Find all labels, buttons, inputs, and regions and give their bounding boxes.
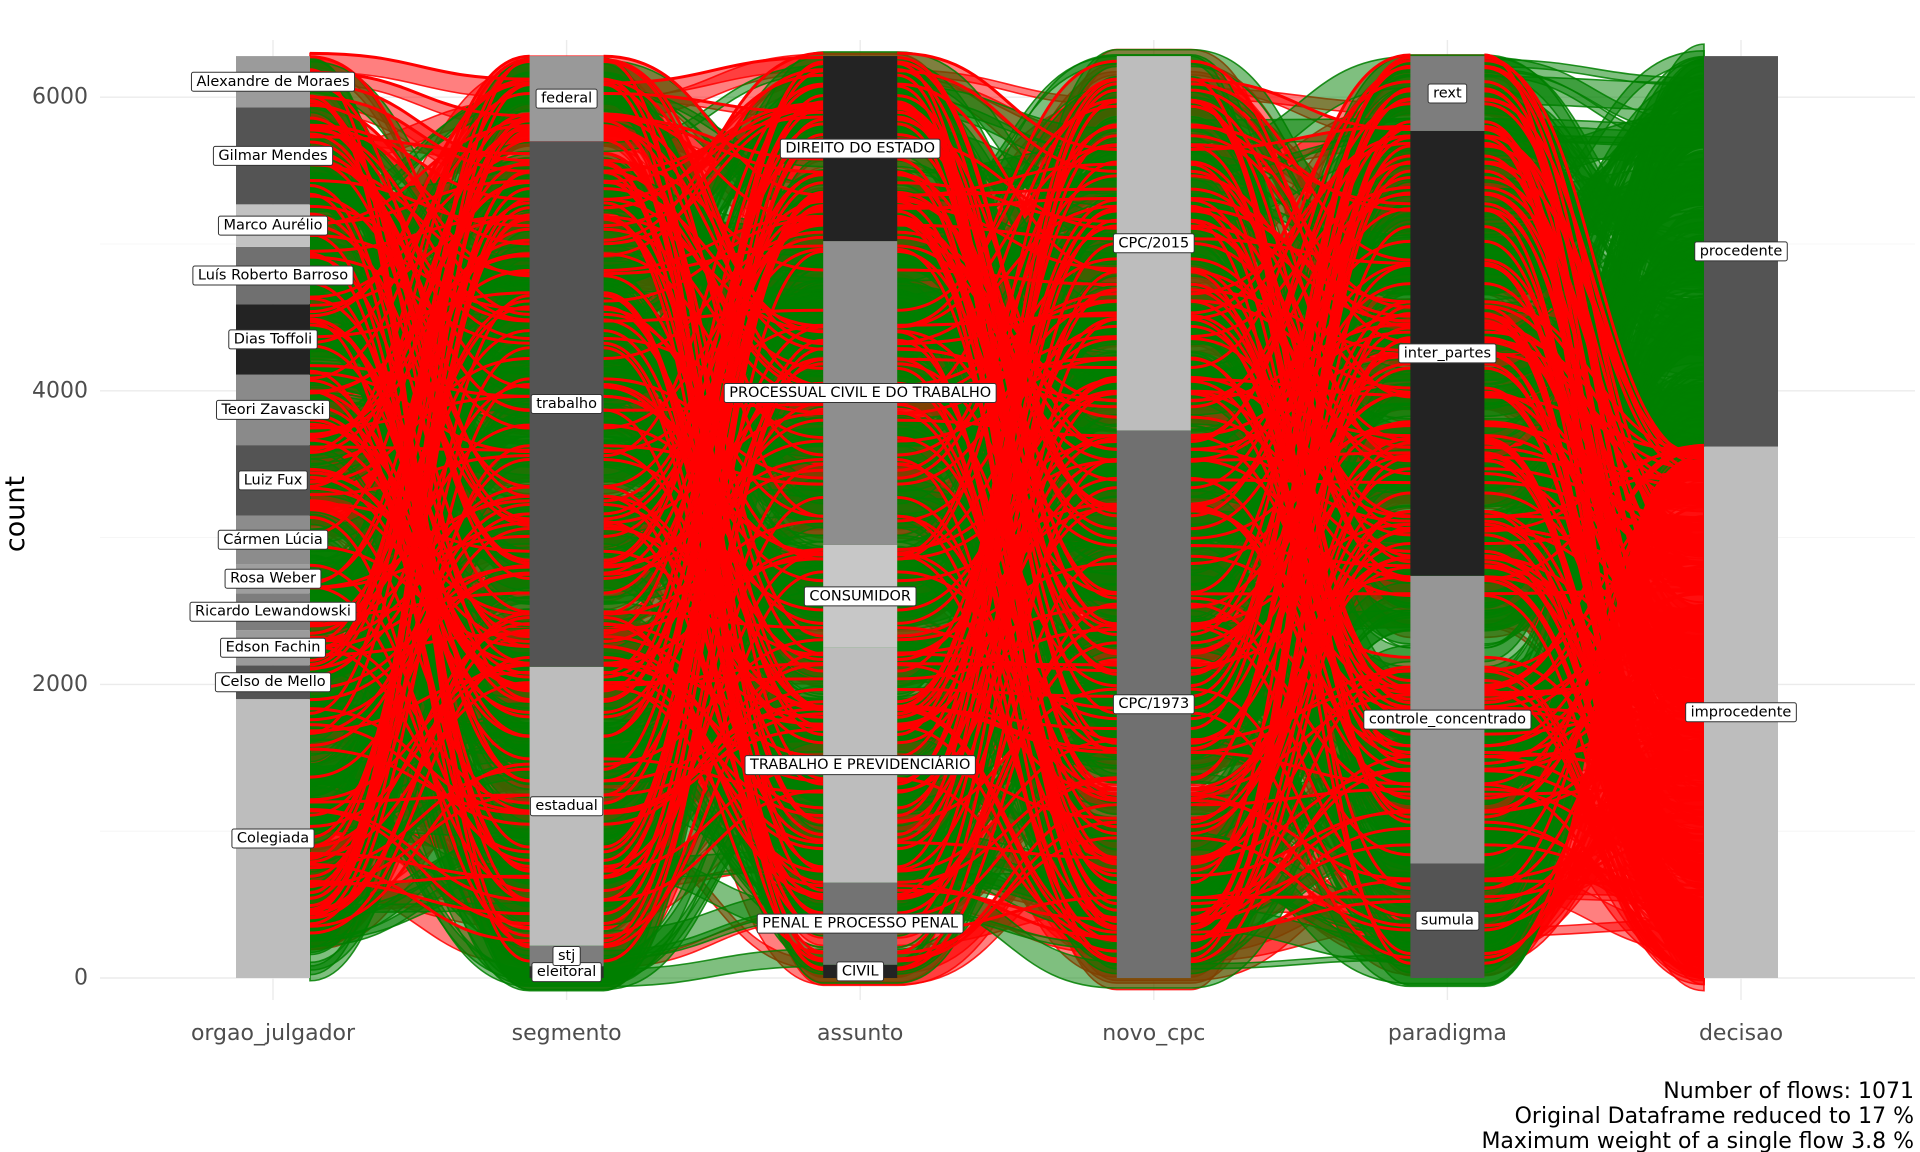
stratum-label: federal (535, 88, 598, 109)
y-tick-label: 0 (74, 966, 88, 991)
x-tick-label: paradigma (1388, 1021, 1507, 1046)
stratum-label-text: inter_partes (1404, 345, 1491, 361)
stratum-label-text: Alexandre de Moraes (196, 74, 349, 90)
stratum-label: inter_partes (1398, 343, 1497, 364)
stratum-label-text: Dias Toffoli (234, 331, 312, 347)
stratum-label: Teori Zavascki (215, 399, 331, 420)
stratum-label: improcedente (1685, 702, 1797, 723)
stratum-label: Ricardo Lewandowski (189, 601, 357, 622)
stratum-label: trabalho (530, 394, 603, 415)
stratum-label-text: CONSUMIDOR (809, 588, 911, 604)
stratum-label: PROCESSUAL CIVIL E DO TRABALHO (723, 383, 997, 404)
stratum-label-text: Luís Roberto Barroso (198, 268, 348, 284)
stratum-label-text: DIREITO DO ESTADO (785, 141, 935, 157)
stratum-label-text: PENAL E PROCESSO PENAL (762, 916, 958, 932)
stratum-label-text: CPC/1973 (1118, 696, 1189, 712)
stratum-label-text: controle_concentrado (1369, 712, 1526, 728)
stratum-label-text: improcedente (1691, 704, 1792, 720)
stratum-label-text: Colegiada (237, 831, 309, 847)
x-tick-label: decisao (1699, 1021, 1783, 1046)
chart-canvas: Colegiada Celso de Mello Edson Fachin Ricar… (0, 40, 1915, 1152)
stratum-label: Cármen Lúcia (217, 529, 329, 550)
stratum-label: Marco Aurélio (217, 215, 329, 236)
stratum-label-text: rext (1433, 86, 1462, 102)
stratum-label-text: Marco Aurélio (223, 218, 322, 234)
stratum-label: Edson Fachin (220, 637, 326, 658)
x-tick-label: orgao_julgador (191, 1021, 356, 1046)
stratum-label-text: Luiz Fux (244, 472, 303, 488)
stratum-label-text: estadual (535, 798, 597, 814)
stratum-label: CONSUMIDOR (803, 586, 917, 607)
y-axis-ticks: 0 2000 4000 6000 (32, 85, 88, 991)
stratum-label-text: sumula (1421, 913, 1474, 929)
stratum-label: PENAL E PROCESSO PENAL (756, 913, 964, 934)
stratum-label-text: Teori Zavascki (220, 402, 324, 418)
stratum-label: Luís Roberto Barroso (192, 265, 354, 286)
stratum-label-text: Ricardo Lewandowski (195, 604, 351, 620)
stratum-label: Alexandre de Moraes (190, 71, 356, 92)
caption-line: Original Dataframe reduced to 17 % (1515, 1104, 1914, 1129)
stratum-label-text: PROCESSUAL CIVIL E DO TRABALHO (729, 385, 991, 401)
stratum-label: estadual (529, 796, 604, 817)
x-tick-label: novo_cpc (1102, 1021, 1205, 1046)
stratum-label-text: procedente (1700, 243, 1783, 259)
caption-line: Maximum weight of a single flow 3.8 % (1481, 1129, 1914, 1152)
x-tick-label: assunto (817, 1021, 903, 1046)
flows (309, 43, 1705, 992)
stratum-label-text: TRABALHO E PREVIDENCIÁRIO (749, 756, 970, 773)
alluvial-chart: Colegiada Celso de Mello Edson Fachin Ricar… (0, 0, 1920, 1152)
stratum-label: Dias Toffoli (228, 329, 318, 350)
stratum-label: TRABALHO E PREVIDENCIÁRIO (744, 755, 976, 776)
stratum-label-text: Rosa Weber (230, 571, 316, 587)
x-axis-ticks: orgao_julgador segmento assunto novo_cpc par… (191, 1021, 1783, 1046)
stratum-label: sumula (1415, 910, 1480, 931)
y-tick-label: 6000 (32, 85, 88, 110)
y-tick-label: 2000 (32, 672, 88, 697)
stratum-label-text: Celso de Mello (220, 674, 325, 690)
stratum-label: stj (552, 945, 581, 966)
x-tick-label: segmento (512, 1021, 622, 1046)
y-axis-title: count (0, 476, 31, 552)
stratum-label: controle_concentrado (1363, 709, 1532, 730)
stratum-label: rext (1427, 83, 1468, 104)
stratum-label: Gilmar Mendes (212, 145, 334, 166)
stratum-label: Rosa Weber (224, 568, 322, 589)
stratum-label-text: CPC/2015 (1118, 235, 1189, 251)
stratum-label-text: federal (541, 91, 592, 107)
stratum-label-text: Gilmar Mendes (218, 148, 327, 164)
stratum-label-text: CIVIL (842, 963, 879, 979)
stratum-label-text: stj (558, 948, 575, 964)
stratum-label: CIVIL (836, 961, 885, 982)
stratum-label: Colegiada (231, 828, 315, 849)
y-tick-label: 4000 (32, 378, 88, 403)
caption-line: Number of flows: 1071 (1663, 1079, 1914, 1104)
stratum-label: Luiz Fux (238, 470, 308, 491)
stratum-label: procedente (1694, 241, 1788, 262)
stratum-label: Celso de Mello (214, 672, 332, 693)
stratum-label-text: trabalho (536, 396, 597, 412)
stratum-label: CPC/2015 (1112, 233, 1195, 254)
stratum-label-text: Cármen Lúcia (223, 532, 322, 548)
stratum-label-text: eleitoral (537, 964, 596, 980)
caption: Number of flows: 1071Original Dataframe … (1481, 1079, 1914, 1152)
stratum-label-text: Edson Fachin (226, 640, 321, 656)
stratum-label: DIREITO DO ESTADO (779, 138, 941, 159)
stratum-label: CPC/1973 (1112, 694, 1195, 715)
